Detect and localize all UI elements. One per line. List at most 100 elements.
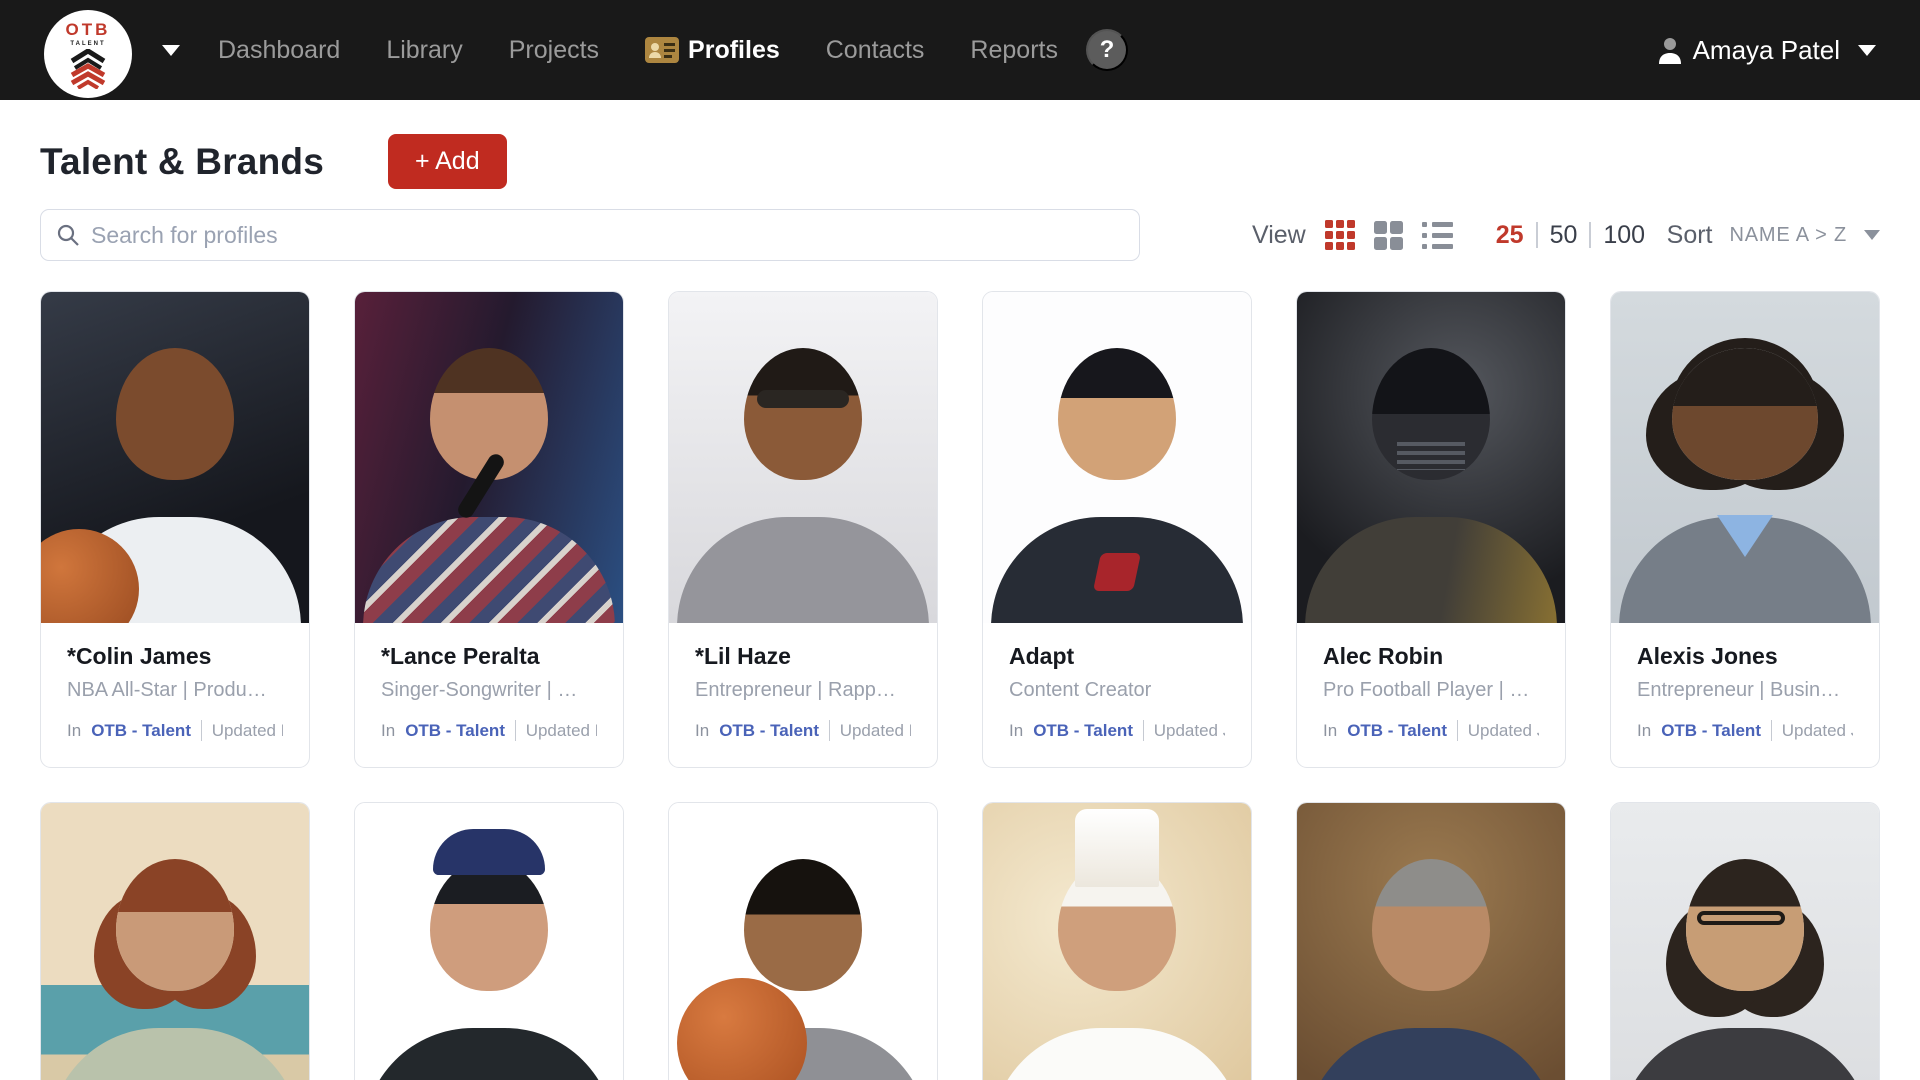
profile-search-box[interactable] (40, 209, 1140, 261)
card-body: Alexis Jones Entrepreneur | Busin… In OT… (1611, 623, 1879, 767)
grid-small-view-icon[interactable] (1374, 221, 1403, 250)
page-size-divider (1589, 222, 1591, 248)
otb-talent-logo[interactable]: OTB TALENT (44, 10, 132, 98)
profile-name[interactable]: *Lance Peralta (381, 643, 597, 670)
profile-card-row2-3[interactable] (668, 802, 938, 1080)
id-card-icon (645, 37, 679, 63)
view-label: View (1252, 221, 1306, 250)
profile-photo (983, 803, 1251, 1080)
user-name: Amaya Patel (1693, 35, 1840, 66)
cap-accent (433, 829, 545, 875)
profile-subtitle: Pro Football Player | … (1323, 679, 1539, 702)
profile-card-colin-james[interactable]: *Colin James NBA All-Star | Produ… In OT… (40, 291, 310, 768)
profile-photo (355, 803, 623, 1080)
profile-photo (669, 292, 937, 623)
profile-card-row2-4[interactable] (982, 802, 1252, 1080)
search-input[interactable] (91, 222, 1124, 249)
microphone-accent (455, 451, 507, 521)
glasses-accent (1697, 911, 1785, 925)
page-size-divider (1536, 222, 1538, 248)
nav-item-profiles-label: Profiles (688, 36, 780, 65)
group-link[interactable]: OTB - Talent (719, 721, 819, 741)
profile-photo (355, 292, 623, 623)
page-size-50[interactable]: 50 (1550, 221, 1578, 250)
profile-name[interactable]: *Lil Haze (695, 643, 911, 670)
page-size-25[interactable]: 25 (1496, 221, 1524, 250)
logo-text-talent: TALENT (70, 41, 105, 47)
group-link[interactable]: OTB - Talent (1661, 721, 1761, 741)
profile-card-alexis-jones[interactable]: Alexis Jones Entrepreneur | Busin… In OT… (1610, 291, 1880, 768)
profile-card-lil-haze[interactable]: *Lil Haze Entrepreneur | Rapp… In OTB - … (668, 291, 938, 768)
profile-card-row2-5[interactable] (1296, 802, 1566, 1080)
facemask-accent (1397, 442, 1465, 470)
profile-card-row2-6[interactable] (1610, 802, 1880, 1080)
sort-control[interactable]: Sort NAME A > Z (1667, 221, 1880, 250)
profile-card-row2-2[interactable] (354, 802, 624, 1080)
brand-dropdown-caret-icon[interactable] (162, 45, 180, 56)
basketball-accent (677, 978, 807, 1080)
profile-subtitle: NBA All-Star | Produ… (67, 679, 283, 702)
profile-photo (41, 292, 309, 623)
profile-photo (983, 292, 1251, 623)
nav-item-contacts[interactable]: Contacts (826, 36, 925, 65)
footer-divider (515, 720, 516, 741)
profile-card-adapt[interactable]: Adapt Content Creator In OTB - Talent Up… (982, 291, 1252, 768)
in-label: In (1009, 721, 1023, 741)
profile-name[interactable]: Alexis Jones (1637, 643, 1853, 670)
sort-caret-icon (1864, 230, 1880, 240)
profile-photo (1611, 803, 1879, 1080)
profile-subtitle: Content Creator (1009, 679, 1225, 702)
profile-card-alec-robin[interactable]: Alec Robin Pro Football Player | … In OT… (1296, 291, 1566, 768)
help-button[interactable]: ? (1086, 29, 1128, 71)
updated-label: Updated N… (840, 721, 911, 741)
nav-item-reports[interactable]: Reports (970, 36, 1058, 65)
chevron-emblem-icon (66, 49, 110, 89)
profile-name[interactable]: Alec Robin (1323, 643, 1539, 670)
group-link[interactable]: OTB - Talent (91, 721, 191, 741)
nav-item-library[interactable]: Library (386, 36, 462, 65)
nav-item-dashboard[interactable]: Dashboard (218, 36, 340, 65)
group-link[interactable]: OTB - Talent (1347, 721, 1447, 741)
user-avatar-icon (1657, 36, 1683, 64)
basketball-accent (41, 529, 139, 623)
page-title: Talent & Brands (40, 141, 324, 183)
collar-accent (1717, 515, 1773, 557)
profile-subtitle: Entrepreneur | Rapp… (695, 679, 911, 702)
toolbar: View 25 50 100 Sort NAME A > Z (40, 209, 1880, 261)
card-footer: In OTB - Talent Updated N… (381, 720, 597, 741)
view-controls: View 25 50 100 (1252, 220, 1645, 250)
page-header: Talent & Brands + Add (40, 134, 1880, 189)
add-profile-button[interactable]: + Add (388, 134, 507, 189)
group-link[interactable]: OTB - Talent (1033, 721, 1133, 741)
card-body: *Colin James NBA All-Star | Produ… In OT… (41, 623, 309, 767)
updated-label: Updated N… (212, 721, 283, 741)
profile-photo (669, 803, 937, 1080)
footer-divider (829, 720, 830, 741)
footer-divider (1457, 720, 1458, 741)
footer-divider (1143, 720, 1144, 741)
footer-divider (201, 720, 202, 741)
chef-hat-accent (1075, 809, 1159, 887)
sunglasses-accent (757, 390, 849, 408)
page-size-100[interactable]: 100 (1603, 221, 1645, 250)
nav-item-projects[interactable]: Projects (509, 36, 599, 65)
profile-card-grid: *Colin James NBA All-Star | Produ… In OT… (40, 291, 1880, 1080)
logo-text-otb: OTB (66, 20, 111, 40)
nav-item-profiles[interactable]: Profiles (645, 36, 780, 65)
grid-large-view-icon[interactable] (1325, 220, 1355, 250)
profile-name[interactable]: Adapt (1009, 643, 1225, 670)
sort-label: Sort (1667, 221, 1713, 250)
profile-name[interactable]: *Colin James (67, 643, 283, 670)
card-body: *Lil Haze Entrepreneur | Rapp… In OTB - … (669, 623, 937, 767)
user-menu[interactable]: Amaya Patel (1657, 35, 1876, 66)
profile-photo (1297, 803, 1565, 1080)
in-label: In (67, 721, 81, 741)
in-label: In (1637, 721, 1651, 741)
profile-card-lance-peralta[interactable]: *Lance Peralta Singer-Songwriter | … In … (354, 291, 624, 768)
group-link[interactable]: OTB - Talent (405, 721, 505, 741)
list-view-icon[interactable] (1422, 222, 1453, 249)
user-dropdown-caret-icon (1858, 45, 1876, 56)
updated-label: Updated J… (1468, 721, 1539, 741)
in-label: In (695, 721, 709, 741)
profile-card-row2-1[interactable] (40, 802, 310, 1080)
